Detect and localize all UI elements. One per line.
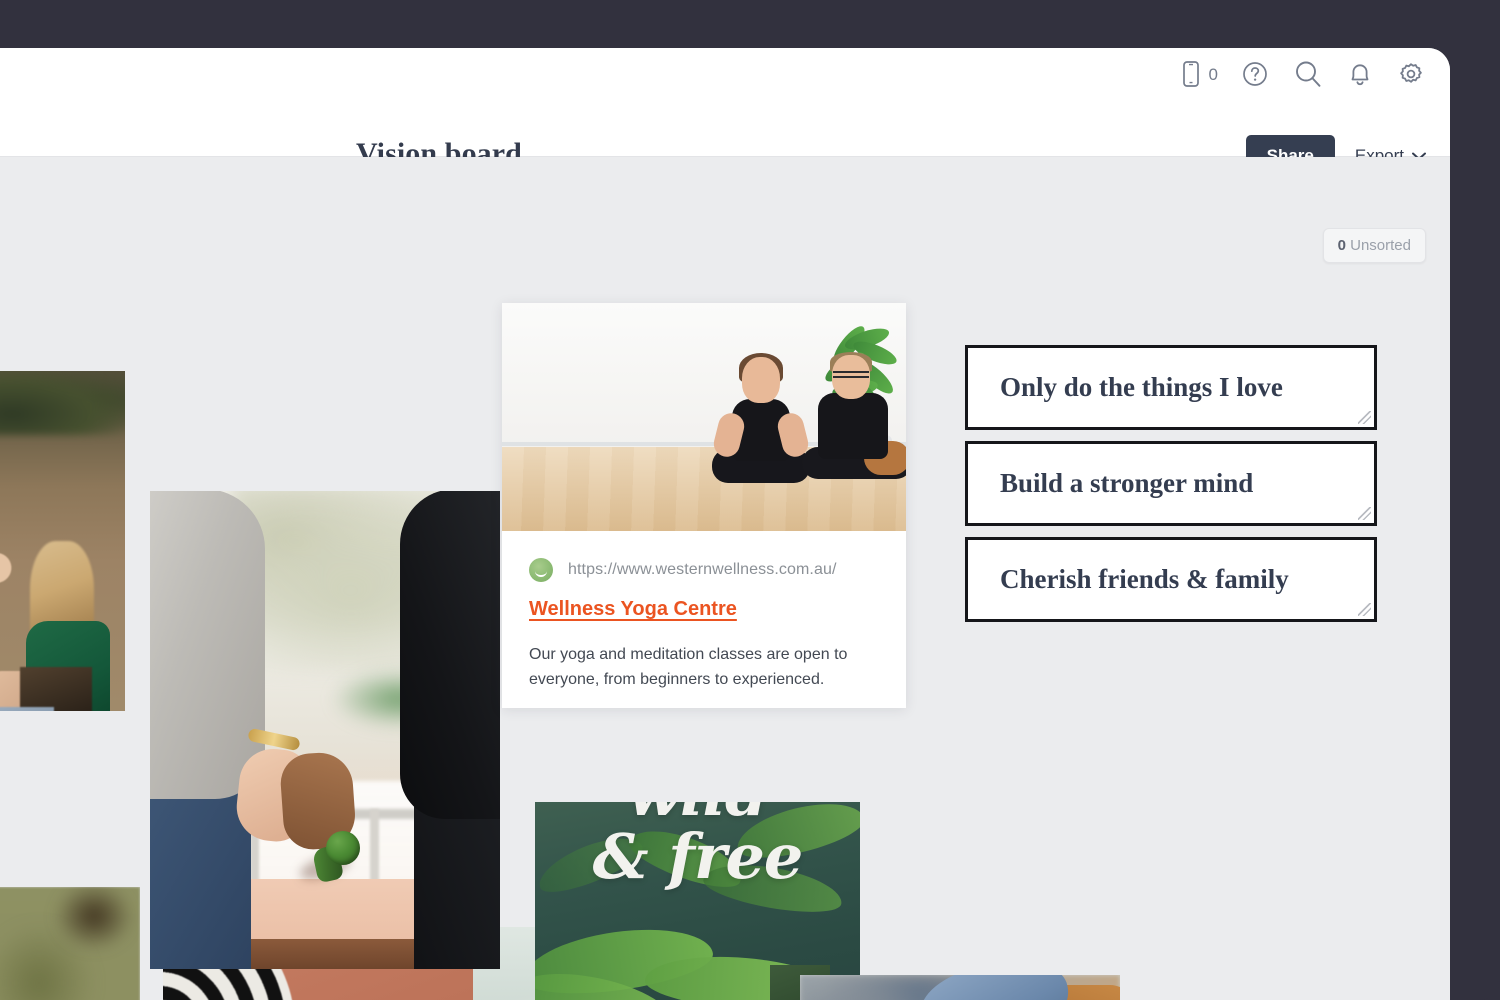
- resize-handle-icon[interactable]: [1358, 411, 1371, 424]
- note-text: Build a stronger mind: [1000, 468, 1254, 498]
- photo-layer: [0, 371, 125, 435]
- mobile-preview-button[interactable]: 0: [1180, 60, 1218, 88]
- window-right-chrome: [1450, 0, 1500, 1000]
- photo-layer: [710, 353, 811, 483]
- app-root: 0 Vision board Share Export 0 Unsorted &…: [0, 0, 1500, 1000]
- western-wellness-favicon-icon: [529, 558, 553, 582]
- photo-dog-and-woman[interactable]: [800, 975, 1120, 1000]
- app-header: 0 Vision board Share Export: [0, 48, 1450, 177]
- link-card-image: [502, 303, 906, 531]
- photo-layer: [0, 707, 54, 711]
- app-window: 0 Vision board Share Export 0 Unsorted &…: [0, 48, 1450, 1000]
- link-card-url-row: https://www.westernwellness.com.au/: [529, 558, 879, 582]
- photo-caption: wild & free: [535, 802, 860, 888]
- link-card-url: https://www.westernwellness.com.au/: [568, 561, 837, 578]
- search-icon[interactable]: [1292, 58, 1324, 90]
- photo-layer: [400, 491, 500, 819]
- photo-friends-outdoors[interactable]: [0, 371, 125, 711]
- header-icon-row: 0: [1180, 58, 1426, 90]
- resize-handle-icon[interactable]: [1358, 507, 1371, 520]
- note-text: Cherish friends & family: [1000, 564, 1289, 594]
- unsorted-label: Unsorted: [1350, 237, 1411, 254]
- pushpin-head: [326, 831, 360, 865]
- link-card-body: https://www.westernwellness.com.au/ Well…: [502, 531, 906, 693]
- board-canvas[interactable]: 0 Unsorted & free https://www.westernwel…: [0, 157, 1450, 1000]
- photo-caption-line-2: & free: [592, 820, 804, 894]
- mobile-count-badge: 0: [1208, 64, 1218, 84]
- mobile-icon: [1180, 60, 1202, 88]
- unsorted-filter-chip[interactable]: 0 Unsorted: [1322, 228, 1426, 263]
- corner-accent: [1486, 986, 1500, 1000]
- note-box-only-do-the-things-i-love[interactable]: Only do the things I love: [965, 345, 1377, 430]
- resize-handle-icon[interactable]: [1358, 603, 1371, 616]
- note-box-build-a-stronger-mind[interactable]: Build a stronger mind: [965, 441, 1377, 526]
- note-box-cherish-friends-and-family[interactable]: Cherish friends & family: [965, 537, 1377, 622]
- photo-layer: [20, 667, 92, 711]
- link-card-description: Our yoga and meditation classes are open…: [529, 646, 848, 688]
- link-preview-card[interactable]: https://www.westernwellness.com.au/ Well…: [502, 303, 906, 708]
- photo-elderly-man-railing[interactable]: [0, 887, 140, 1000]
- photo-couple-holding-hands[interactable]: [150, 491, 500, 969]
- unsorted-count: 0: [1337, 237, 1346, 254]
- photo-layer: [150, 491, 265, 799]
- notifications-bell-icon[interactable]: [1346, 59, 1374, 89]
- help-icon[interactable]: [1240, 59, 1270, 89]
- pushpin-icon[interactable]: [297, 831, 361, 885]
- photo-layer: [54, 887, 134, 951]
- link-card-title-link[interactable]: Wellness Yoga Centre: [529, 598, 737, 621]
- settings-gear-icon[interactable]: [1396, 59, 1426, 89]
- note-text: Only do the things I love: [1000, 372, 1283, 402]
- photo-layer: [802, 352, 906, 479]
